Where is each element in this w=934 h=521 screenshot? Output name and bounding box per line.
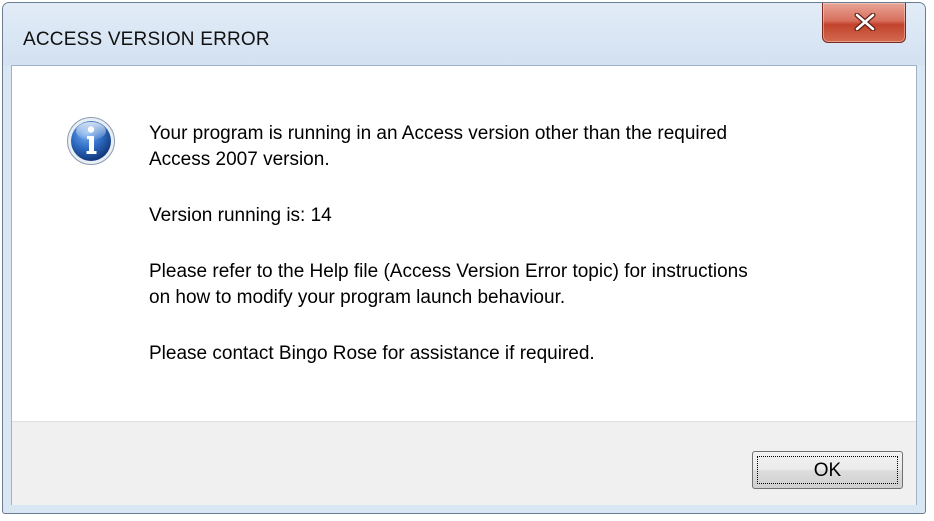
message-area: Your program is running in an Access ver…: [12, 66, 916, 421]
button-bar: OK: [12, 421, 916, 505]
ok-button[interactable]: OK: [752, 451, 903, 489]
close-icon: [854, 13, 876, 31]
ok-button-label: OK: [813, 460, 842, 481]
dialog-title: ACCESS VERSION ERROR: [23, 29, 270, 50]
message-line-5: on how to modify your program launch beh…: [149, 287, 566, 308]
dialog-window: ACCESS VERSION ERROR Your program is run…: [2, 2, 926, 514]
dialog-body: Your program is running in an Access ver…: [11, 65, 917, 505]
information-icon: [67, 117, 115, 165]
close-button[interactable]: [822, 3, 906, 43]
message-line-4: Please refer to the Help file (Access Ve…: [149, 261, 748, 282]
version-running-text: Version running is: 14: [149, 205, 332, 226]
message-line-6: Please contact Bingo Rose for assistance…: [149, 343, 595, 364]
title-bar[interactable]: ACCESS VERSION ERROR: [3, 3, 925, 65]
message-line-2: Access 2007 version.: [149, 149, 330, 170]
message-line-1: Your program is running in an Access ver…: [149, 123, 728, 144]
